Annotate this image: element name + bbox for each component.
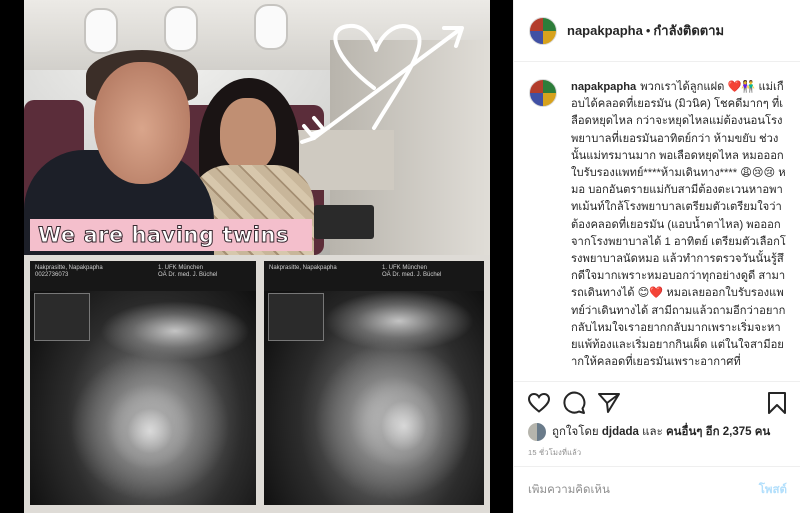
post-header: napakpapha • กำลังติดตาม	[514, 0, 800, 62]
image-collage: We are having twins Nakprasitte, Napakpa…	[24, 0, 490, 513]
heart-arrow-doodle	[300, 23, 464, 144]
scan-left-clinic: 1. UFK München OÄ Dr. med. J. Büchel	[158, 265, 218, 278]
selfie-photo: We are having twins	[24, 0, 490, 255]
share-icon[interactable]	[597, 391, 621, 415]
liker-username[interactable]: djdada	[602, 426, 639, 438]
post-sidebar: napakpapha • กำลังติดตาม napakpapha พวกเร…	[513, 0, 800, 513]
caption-comment: napakpapha พวกเราได้ลูกแฝด ❤️👫 แม่เกือบได…	[529, 79, 786, 371]
likes-conjunction: และ	[642, 426, 663, 438]
scan-left-patient: Nakprasitte, Napakpapha 0022736073	[35, 265, 103, 278]
scan-right-clinic: 1. UFK München OÄ Dr. med. J. Büchel	[382, 265, 442, 278]
ultrasound-scan-left: Nakprasitte, Napakpapha 0022736073 1. UF…	[30, 261, 256, 505]
comment-icon[interactable]	[562, 391, 586, 415]
likes-count-link[interactable]: คนอื่นๆ อีก 2,375 คน	[666, 423, 770, 441]
liker-avatar[interactable]	[528, 423, 546, 441]
caption-overlay: We are having twins	[30, 219, 312, 251]
author-avatar[interactable]	[529, 16, 557, 45]
author-username[interactable]: napakpapha	[567, 23, 643, 38]
heart-icon[interactable]	[527, 391, 551, 415]
bookmark-icon[interactable]	[765, 391, 789, 415]
following-button[interactable]: กำลังติดตาม	[653, 20, 724, 41]
caption-author-username[interactable]: napakpapha	[571, 81, 636, 93]
likes-prefix: ถูกใจโดย	[552, 426, 599, 438]
likes-summary: ถูกใจโดย djdada และ คนอื่นๆ อีก 2,375 คน	[528, 421, 793, 443]
post-timestamp[interactable]: 15 ชั่วโมงที่แล้ว	[528, 447, 581, 459]
add-comment-form: โพสต์	[514, 466, 800, 513]
comments-section[interactable]: napakpapha พวกเราได้ลูกแฝด ❤️👫 แม่เกือบได…	[514, 63, 800, 381]
post-image[interactable]: We are having twins Nakprasitte, Napakpa…	[0, 0, 513, 513]
action-bar	[514, 381, 800, 421]
scan-right-patient: Nakprasitte, Napakpapha	[269, 265, 337, 271]
header-separator: •	[645, 23, 651, 38]
caption-text: พวกเราได้ลูกแฝด ❤️👫 แม่เกือบได้คลอดที่เย…	[571, 81, 786, 369]
post-comment-button[interactable]: โพสต์	[759, 481, 787, 499]
caption-author-avatar[interactable]	[529, 79, 557, 107]
caption-overlay-text: We are having twins	[38, 223, 289, 248]
ultrasound-scan-right: Nakprasitte, Napakpapha 1. UFK München O…	[264, 261, 484, 505]
comment-input[interactable]	[528, 484, 759, 496]
ultrasound-scans: Nakprasitte, Napakpapha 0022736073 1. UF…	[24, 255, 490, 513]
